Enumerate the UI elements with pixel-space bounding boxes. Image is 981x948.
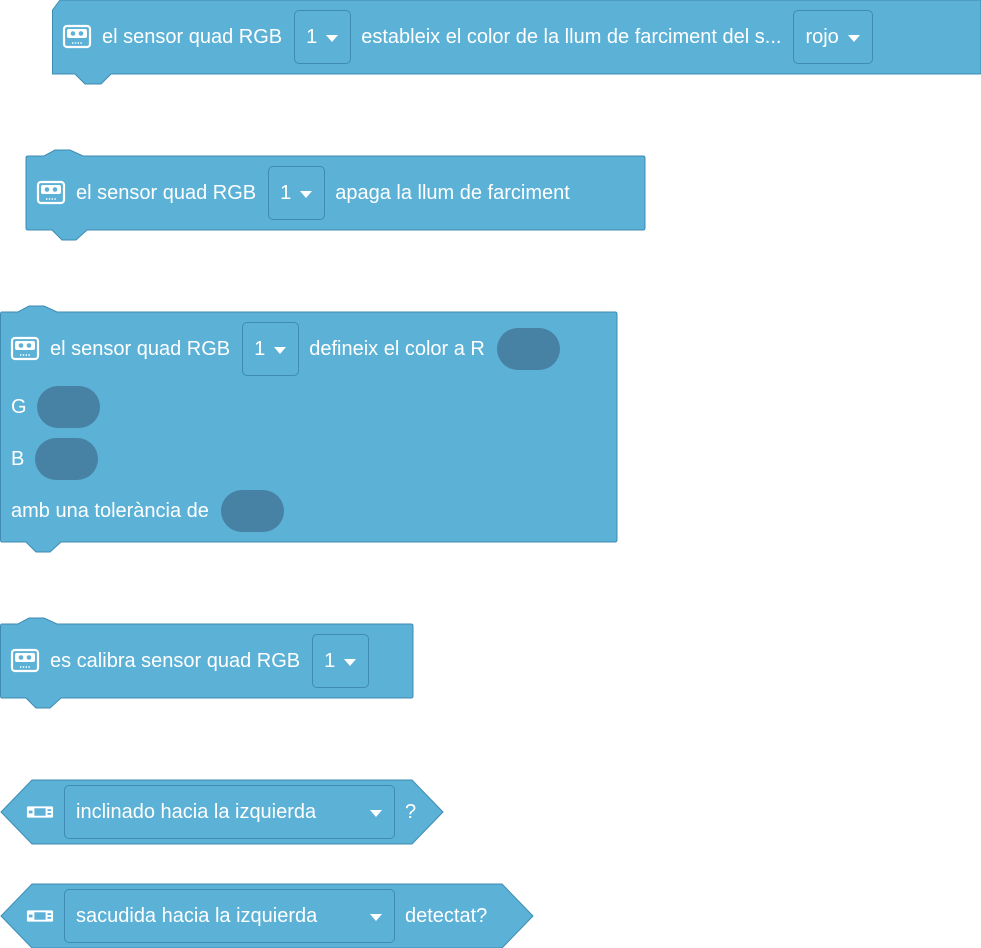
dropdown-value: 1 xyxy=(306,25,318,48)
gamepad-icon xyxy=(26,806,54,818)
set-fill-light-color-block[interactable]: el sensor quad RGB 1 estableix el color … xyxy=(0,0,981,90)
block-label: apaga la llum de farciment xyxy=(335,182,570,204)
block-label: es calibra sensor quad RGB xyxy=(50,650,301,672)
block-label: el sensor quad RGB xyxy=(76,182,257,204)
dropdown-value: 1 xyxy=(324,649,336,672)
block-label: ? xyxy=(405,801,417,823)
blue-value-input[interactable] xyxy=(35,438,99,480)
shake-detected-block[interactable]: sacudida hacia la izquierda detectat? xyxy=(0,883,540,948)
dropdown-arrow-icon xyxy=(274,346,287,354)
tolerance-value-input[interactable] xyxy=(220,490,284,532)
block-label: detectat? xyxy=(405,905,488,927)
block-label: estableix el color de la llum de farcime… xyxy=(361,26,782,48)
gamepad-icon xyxy=(26,910,54,922)
dropdown-arrow-icon xyxy=(344,658,357,666)
block-label: el sensor quad RGB xyxy=(50,338,231,360)
block-label: defineix el color a R xyxy=(309,338,485,360)
dropdown-value: 1 xyxy=(280,181,292,204)
color-dropdown[interactable]: rojo xyxy=(793,10,873,64)
tilted-condition-block[interactable]: inclinado hacia la izquierda ? xyxy=(0,779,450,845)
dropdown-arrow-icon xyxy=(300,190,313,198)
dropdown-arrow-icon xyxy=(847,34,860,42)
dropdown-value: inclinado hacia la izquierda xyxy=(76,800,317,823)
green-label: G xyxy=(11,396,27,418)
define-color-block[interactable]: el sensor quad RGB 1 defineix el color a… xyxy=(0,305,620,560)
blocks-canvas: el sensor quad RGB 1 estableix el color … xyxy=(0,0,981,948)
sensor-number-dropdown[interactable]: 1 xyxy=(242,322,300,376)
blue-label: B xyxy=(11,448,25,470)
quad-rgb-sensor-icon xyxy=(36,180,66,205)
tilt-direction-dropdown[interactable]: inclinado hacia la izquierda xyxy=(64,785,395,839)
block-label: el sensor quad RGB xyxy=(102,26,283,48)
red-value-input[interactable] xyxy=(496,328,560,370)
quad-rgb-sensor-icon xyxy=(10,336,40,361)
sensor-number-dropdown[interactable]: 1 xyxy=(312,634,370,688)
calibrate-sensor-block[interactable]: es calibra sensor quad RGB 1 xyxy=(0,617,420,717)
shake-direction-dropdown[interactable]: sacudida hacia la izquierda xyxy=(64,889,395,943)
dropdown-arrow-icon xyxy=(370,913,382,921)
quad-rgb-sensor-icon xyxy=(10,648,40,673)
sensor-number-dropdown[interactable]: 1 xyxy=(294,10,352,64)
dropdown-value: sacudida hacia la izquierda xyxy=(76,904,318,927)
dropdown-arrow-icon xyxy=(370,809,382,817)
turn-off-fill-light-block[interactable]: el sensor quad RGB 1 apaga la llum de fa… xyxy=(0,149,650,250)
tolerance-label: amb una tolerància de xyxy=(11,500,209,522)
quad-rgb-sensor-icon xyxy=(62,24,92,49)
dropdown-value: rojo xyxy=(805,25,839,48)
green-value-input[interactable] xyxy=(36,386,100,428)
dropdown-arrow-icon xyxy=(326,34,339,42)
sensor-number-dropdown[interactable]: 1 xyxy=(268,166,326,220)
dropdown-value: 1 xyxy=(254,337,266,360)
